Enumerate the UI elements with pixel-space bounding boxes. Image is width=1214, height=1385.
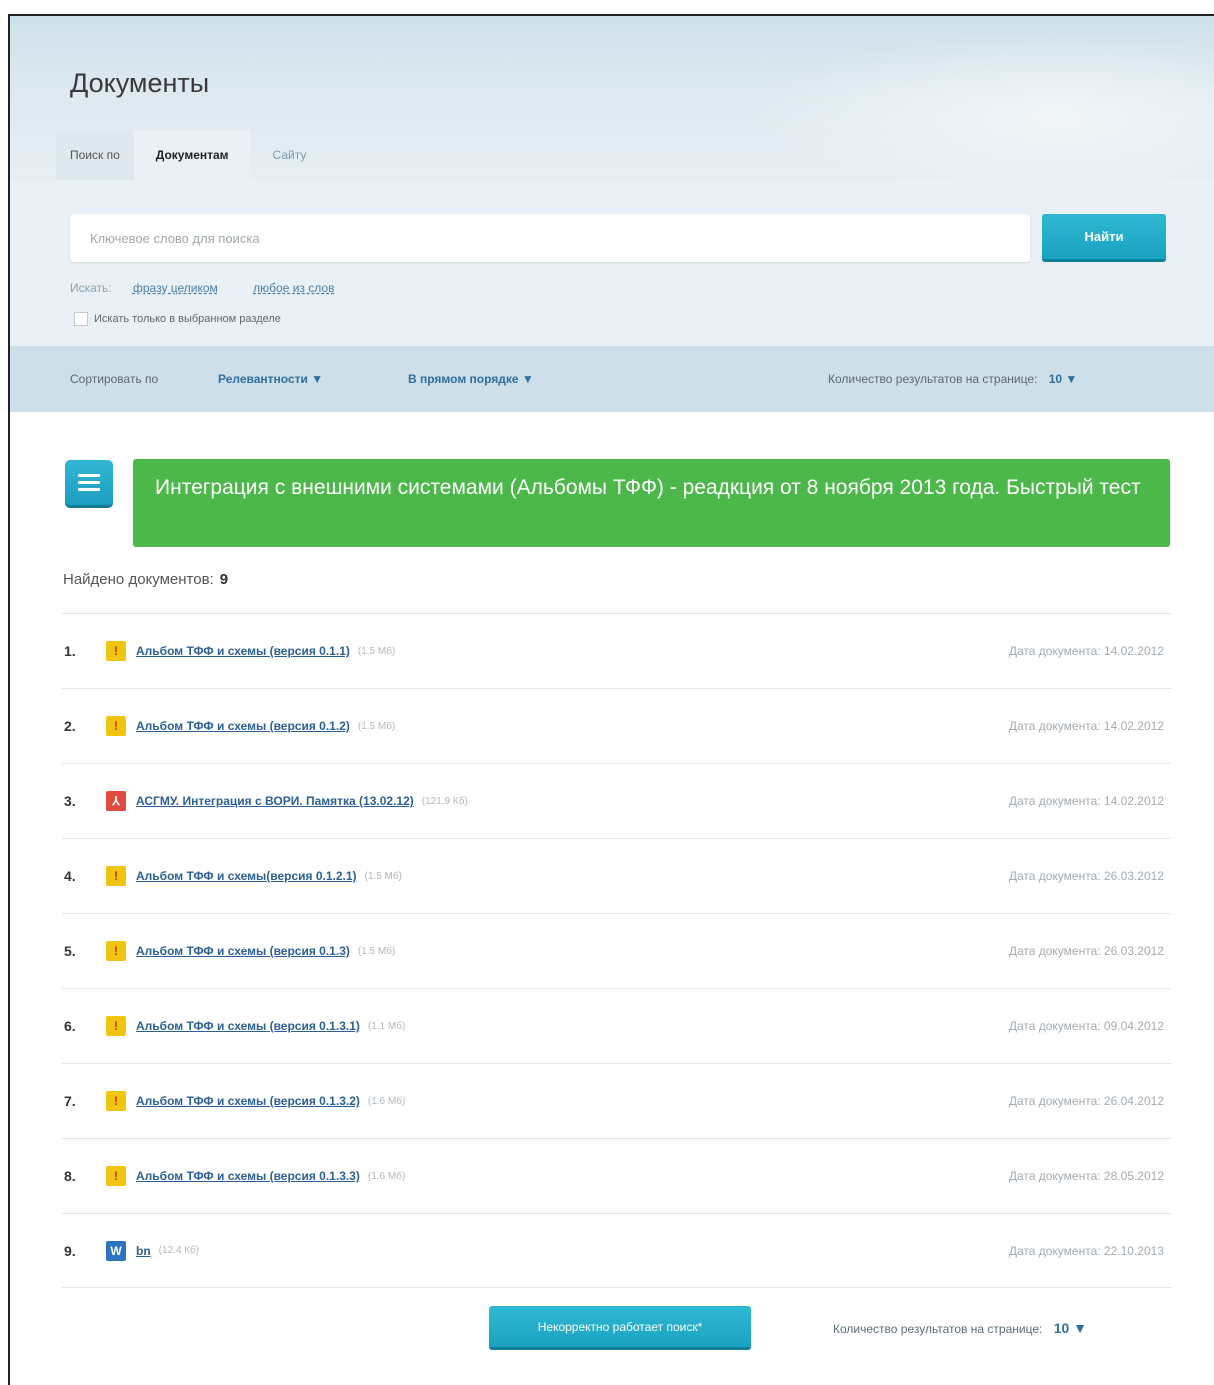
result-number: 2. [64, 718, 76, 734]
result-link[interactable]: bn [136, 1244, 151, 1258]
result-date: Дата документа: 26.03.2012 [1008, 869, 1164, 883]
search-mode-label: Искать: [70, 281, 112, 295]
menu-icon-line [78, 481, 100, 484]
search-area: Найти Искать: фразу целиком любое из сло… [10, 180, 1214, 346]
search-mode-any-link[interactable]: любое из слов [253, 281, 334, 295]
result-row: 2.! Альбом ТФФ и схемы (версия 0.1.2) (1.5… [62, 688, 1172, 763]
result-date: Дата документа: 26.03.2012 [1008, 944, 1164, 958]
result-size: (1.5 Мб) [357, 720, 396, 732]
tab-documents[interactable]: Документам [133, 130, 251, 180]
result-size: (121.9 Кб) [421, 795, 468, 807]
archive-icon: ! [106, 941, 126, 961]
result-number: 9. [64, 1242, 76, 1259]
sort-bar: Сортировать по Релевантности ▼ В прямом … [10, 346, 1214, 412]
search-tabs: Поиск по Документам Сайту [56, 130, 328, 180]
result-row: 3. ⅄ АСГМУ. Интеграция с ВОРИ. Памятка (13… [62, 763, 1172, 838]
result-row: 9. Wbn (12.4 Кб) Дата документа: 22.10.2013 [62, 1213, 1172, 1288]
search-input[interactable] [70, 214, 1030, 262]
sort-label: Сортировать по [70, 372, 159, 386]
menu-button[interactable] [65, 460, 113, 508]
result-size: (1.6 Мб) [367, 1095, 406, 1107]
result-link[interactable]: Альбом ТФФ и схемы(версия 0.1.2.1) [136, 869, 357, 883]
result-row: 8.! Альбом ТФФ и схемы (версия 0.1.3.3) (1… [62, 1138, 1172, 1213]
result-date: Дата документа: 14.02.2012 [1008, 794, 1164, 808]
per-page-bottom-label: Количество результатов на странице: [833, 1322, 1043, 1336]
document-title-banner: Интеграция с внешними системами (Альбомы… [133, 459, 1170, 547]
section-only-option[interactable]: Искать только в выбранном разделе [74, 312, 281, 326]
result-date: Дата документа: 14.02.2012 [1008, 719, 1164, 733]
result-number: 5. [64, 943, 76, 959]
archive-icon: ! [106, 1166, 126, 1186]
result-link[interactable]: Альбом ТФФ и схемы (версия 0.1.2) [136, 719, 350, 733]
archive-icon: ! [106, 1016, 126, 1036]
page-frame: Документы Поиск по Документам Сайту Найт… [8, 14, 1214, 1385]
result-number: 8. [64, 1168, 76, 1184]
found-number: 9 [219, 571, 229, 588]
page-title: Документы [70, 68, 210, 98]
archive-icon: ! [106, 716, 126, 736]
results-list: 1.! Альбом ТФФ и схемы (версия 0.1.1) (1.5… [62, 613, 1172, 1288]
result-size: (1.5 Мб) [357, 945, 396, 957]
result-link[interactable]: Альбом ТФФ и схемы (версия 0.1.3.1) [136, 1019, 360, 1033]
result-date: Дата документа: 22.10.2013 [1008, 1243, 1164, 1258]
found-count: Найдено документов: 9 [63, 571, 228, 588]
result-size: (1.5 Мб) [357, 645, 396, 657]
result-number: 7. [64, 1093, 76, 1109]
per-page-top: Количество результатов на странице: 10 ▼ [828, 372, 1077, 386]
search-button[interactable]: Найти [1042, 214, 1166, 262]
result-date: Дата документа: 14.02.2012 [1008, 644, 1164, 658]
pdf-icon: ⅄ [106, 791, 126, 811]
result-row: 4.! Альбом ТФФ и схемы(версия 0.1.2.1) (1.… [62, 838, 1172, 913]
result-number: 1. [64, 643, 76, 659]
menu-icon-line [78, 474, 100, 477]
archive-icon: ! [106, 866, 126, 886]
section-only-checkbox[interactable] [74, 312, 88, 326]
menu-icon-line [78, 488, 100, 491]
result-row: 6.! Альбом ТФФ и схемы (версия 0.1.3.1) (1… [62, 988, 1172, 1063]
per-page-top-dropdown[interactable]: 10 ▼ [1049, 372, 1078, 386]
result-link[interactable]: Альбом ТФФ и схемы (версия 0.1.1) [136, 644, 350, 658]
result-size: (1.1 Мб) [367, 1020, 406, 1032]
result-number: 6. [64, 1018, 76, 1034]
result-date: Дата документа: 26.04.2012 [1008, 1094, 1164, 1108]
tab-site[interactable]: Сайту [251, 130, 329, 180]
header: Документы Поиск по Документам Сайту [10, 16, 1214, 180]
found-label: Найдено документов: [63, 571, 214, 588]
archive-icon: ! [106, 1091, 126, 1111]
tab-prefix-label: Поиск по [56, 130, 134, 180]
result-number: 3. [64, 793, 76, 809]
result-date: Дата документа: 28.05.2012 [1008, 1169, 1164, 1183]
result-link[interactable]: Альбом ТФФ и схемы (версия 0.1.3) [136, 944, 350, 958]
result-size: (12.4 Кб) [158, 1245, 200, 1256]
sort-relevance-dropdown[interactable]: Релевантности ▼ [218, 372, 323, 386]
per-page-bottom: Количество результатов на странице: 10 ▼ [833, 1320, 1087, 1336]
per-page-bottom-dropdown[interactable]: 10 ▼ [1054, 1320, 1087, 1336]
search-mode-phrase-link[interactable]: фразу целиком [133, 281, 218, 295]
result-row: 7.! Альбом ТФФ и схемы (версия 0.1.3.2) (1… [62, 1063, 1172, 1138]
archive-icon: ! [106, 641, 126, 661]
result-link[interactable]: Альбом ТФФ и схемы (версия 0.1.3.3) [136, 1169, 360, 1183]
search-mode: Искать: фразу целиком любое из слов [70, 281, 366, 295]
result-link[interactable]: АСГМУ. Интеграция с ВОРИ. Памятка (13.02… [136, 794, 414, 808]
result-link[interactable]: Альбом ТФФ и схемы (версия 0.1.3.2) [136, 1094, 360, 1108]
result-size: (1.5 Мб) [364, 870, 402, 882]
sort-order-dropdown[interactable]: В прямом порядке ▼ [408, 372, 534, 386]
result-row: 5.! Альбом ТФФ и схемы (версия 0.1.3) (1.5… [62, 913, 1172, 988]
word-icon: W [106, 1240, 126, 1261]
section-only-label: Искать только в выбранном разделе [94, 313, 281, 325]
result-date: Дата документа: 09.04.2012 [1008, 1019, 1164, 1033]
report-search-issue-button[interactable]: Некорректно работает поиск* [489, 1306, 751, 1350]
result-row: 1.! Альбом ТФФ и схемы (версия 0.1.1) (1.5… [62, 613, 1172, 688]
result-size: (1.6 Мб) [367, 1170, 406, 1182]
result-number: 4. [64, 868, 76, 884]
per-page-top-label: Количество результатов на странице: [828, 372, 1038, 386]
